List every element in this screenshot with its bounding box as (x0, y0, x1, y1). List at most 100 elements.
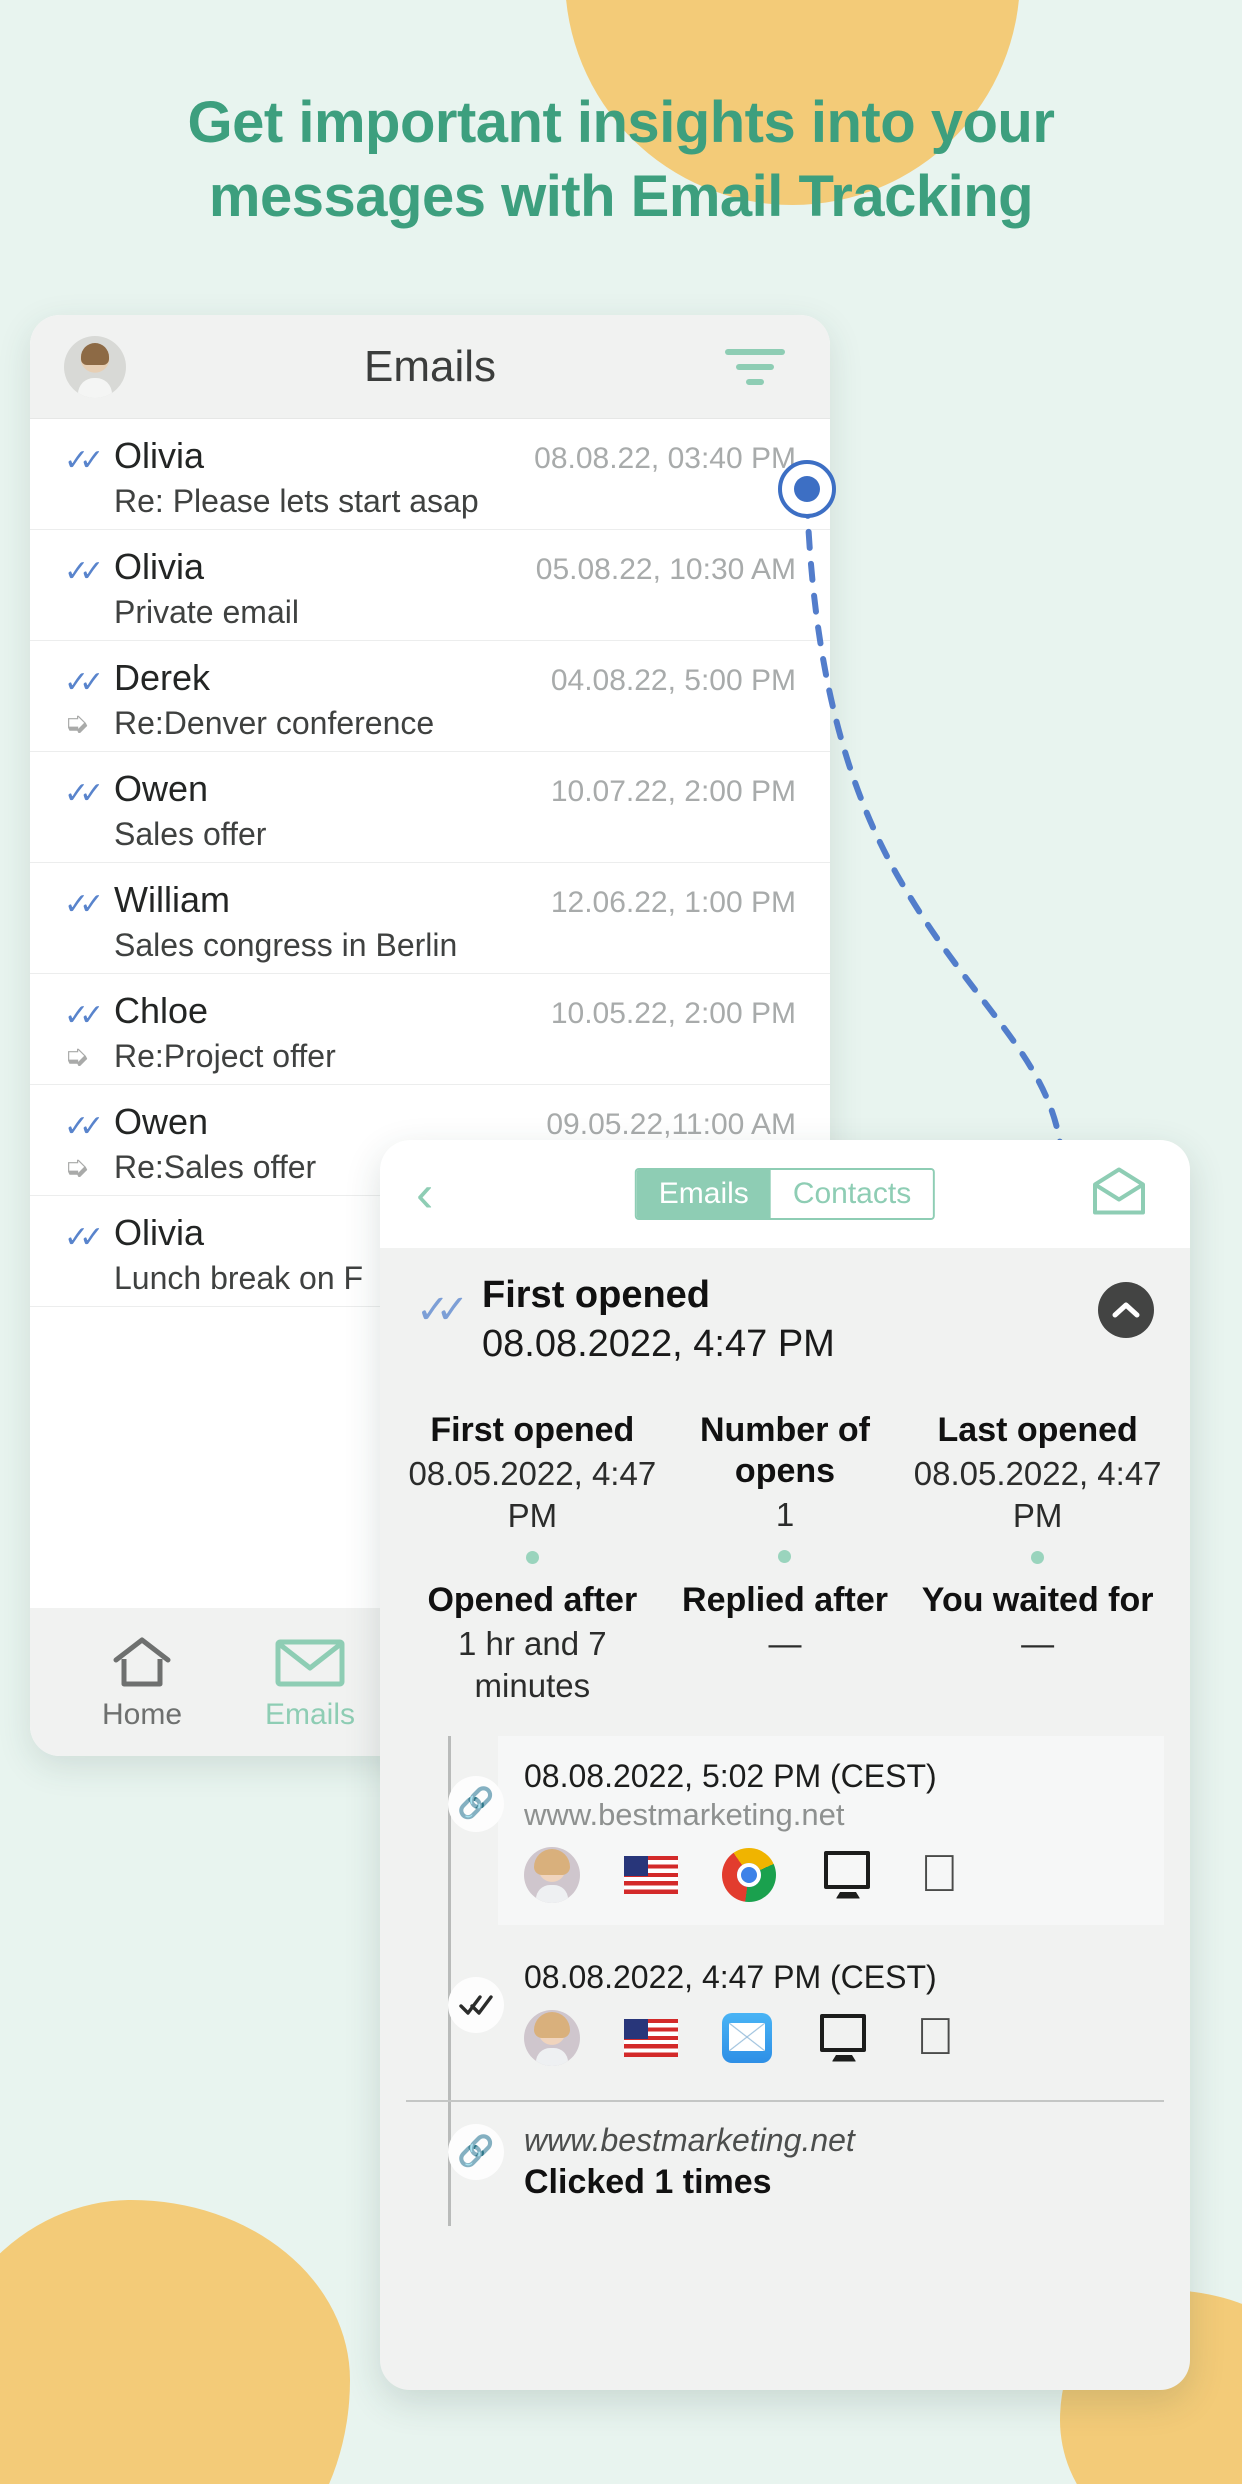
email-subject: Re:Denver conference (114, 705, 435, 741)
email-row[interactable]: ✓✓ Chloe 10.05.22, 2:00 PM ➭ Re:Project offe… (30, 974, 830, 1085)
footer-clicks: Clicked 1 times (524, 2162, 772, 2201)
stat-label: First opened (430, 1411, 635, 1449)
contact-avatar (524, 1846, 580, 1903)
read-check-icon: ✓✓ (64, 555, 104, 588)
email-row[interactable]: ✓✓ Olivia 08.08.22, 03:40 PM Re: Please let… (30, 419, 830, 530)
email-sender: Olivia (114, 546, 205, 587)
reply-arrow-icon: ➭ (64, 706, 90, 740)
back-button[interactable]: ‹ (416, 1168, 433, 1220)
nav-item-home[interactable]: Home (58, 1632, 226, 1732)
email-subject: Re:Sales offer (114, 1149, 317, 1185)
timeline-event-body: 08.08.2022, 5:02 PM (CEST) www.bestmarke… (498, 1735, 1164, 1925)
stat-label: Last opened (937, 1411, 1138, 1449)
stat-value: — (768, 1625, 802, 1663)
email-date: 10.07.22, 2:00 PM (550, 775, 796, 808)
first-opened-title: First opened (482, 1274, 711, 1316)
avatar[interactable] (64, 335, 126, 398)
tracking-origin-dot[interactable] (778, 460, 836, 518)
chrome-icon (722, 1847, 776, 1902)
reply-arrow-icon: ➭ (64, 1039, 90, 1073)
tracking-stats-grid: First opened 08.05.2022, 4:47 PM Number of… (380, 1396, 1190, 1708)
first-opened-datetime: 08.08.2022, 4:47 PM (482, 1323, 835, 1365)
stat-cell: Opened after 1 hr and 7 minutes (406, 1580, 659, 1707)
read-check-icon: ✓✓ (64, 1221, 104, 1254)
flag-us-icon (624, 1855, 678, 1894)
stat-cell: Last opened 08.05.2022, 4:47 PM (911, 1410, 1164, 1580)
email-subject: Re: Please lets start asap (114, 483, 479, 519)
email-row[interactable]: ✓✓ Derek 04.08.22, 5:00 PM ➭ Re:Denver confe… (30, 641, 830, 752)
nav-item-emails[interactable]: Emails (226, 1632, 394, 1732)
timeline-event-icons:  (524, 1846, 1138, 1903)
stat-cell: You waited for — (911, 1580, 1164, 1707)
email-date: 05.08.22, 10:30 AM (535, 553, 796, 586)
stat-value: 08.05.2022, 4:47 PM (913, 1454, 1162, 1535)
stat-label: Number of opens (699, 1411, 870, 1490)
timeline-event-icons:  (524, 2009, 1138, 2066)
email-sender: Owen (114, 1101, 209, 1142)
email-subject: Sales congress in Berlin (114, 927, 458, 963)
monitor-icon (820, 1850, 876, 1899)
tab-emails[interactable]: Emails (636, 1170, 771, 1218)
segmented-control: Emails Contacts (634, 1168, 936, 1220)
reply-arrow-icon: ➭ (64, 1150, 90, 1184)
double-check-icon: ✓✓ (416, 1288, 469, 1332)
tracking-detail-card: ‹ Emails Contacts ✓✓ First opened 08.08.… (380, 1140, 1190, 2390)
envelope-icon[interactable] (1090, 1167, 1148, 1222)
chevron-up-icon[interactable] (1098, 1282, 1154, 1338)
email-sender: Olivia (114, 435, 205, 476)
read-check-icon: ✓✓ (64, 666, 104, 699)
email-subject: Private email (114, 594, 299, 630)
email-subject: Re:Project offer (114, 1038, 336, 1074)
tracking-header: ‹ Emails Contacts (380, 1140, 1190, 1248)
stat-value: 1 hr and 7 minutes (458, 1625, 607, 1705)
read-check-icon: ✓✓ (64, 777, 104, 810)
email-date: 12.06.22, 1:00 PM (550, 886, 796, 919)
email-row[interactable]: ✓✓ Olivia 05.08.22, 10:30 AM Private email (30, 530, 830, 641)
apple-icon:  (920, 1848, 959, 1900)
email-list-header: Emails (30, 315, 830, 419)
email-row[interactable]: ✓✓ William 12.06.22, 1:00 PM Sales congress… (30, 863, 830, 974)
email-date: 09.05.22,11:00 AM (546, 1108, 796, 1141)
link-icon: 🔗 (448, 2123, 504, 2180)
headline-line-2: messages with Email Tracking (208, 164, 1034, 230)
tab-contacts[interactable]: Contacts (770, 1170, 934, 1218)
apple-icon:  (916, 2011, 955, 2063)
stat-value: — (1021, 1625, 1055, 1663)
email-subject: Sales offer (114, 816, 267, 852)
timeline-event-time: 08.08.2022, 4:47 PM (CEST) (524, 1958, 937, 1995)
tracking-timeline: 🔗 08.08.2022, 5:02 PM (CEST) www.bestmar… (380, 1735, 1190, 2226)
decorative-blob-bottom-left (0, 2200, 350, 2484)
timeline-event-time: 08.08.2022, 5:02 PM (CEST) (524, 1757, 937, 1794)
flag-us-icon (624, 2018, 678, 2057)
monitor-icon (816, 2013, 872, 2062)
stat-value: 08.05.2022, 4:47 PM (408, 1454, 657, 1535)
stat-cell: Number of opens 1 (659, 1410, 912, 1580)
filter-icon[interactable] (724, 347, 786, 387)
email-date: 08.08.22, 03:40 PM (534, 442, 796, 475)
email-date: 10.05.22, 2:00 PM (550, 997, 796, 1030)
timeline-event: 08.08.2022, 4:47 PM (CEST)  (406, 1936, 1164, 2088)
timeline-event-body: 08.08.2022, 4:47 PM (CEST)  (498, 1936, 1164, 2088)
email-icon (226, 1632, 394, 1692)
stat-label: Opened after (427, 1581, 638, 1620)
read-check-icon: ✓✓ (64, 1110, 104, 1143)
nav-label-emails: Emails (264, 1698, 355, 1731)
email-subject: Lunch break on F (114, 1260, 364, 1296)
stat-label: Replied after (682, 1581, 888, 1620)
stat-cell: First opened 08.05.2022, 4:47 PM (406, 1410, 659, 1580)
email-sender: William (114, 879, 230, 920)
link-icon: 🔗 (448, 1775, 504, 1832)
stat-divider-dot (1031, 1551, 1045, 1565)
first-opened-summary: ✓✓ First opened 08.08.2022, 4:47 PM (380, 1248, 1190, 1396)
stat-divider-dot (778, 1549, 792, 1563)
email-row[interactable]: ✓✓ Owen 10.07.22, 2:00 PM Sales offer (30, 752, 830, 863)
timeline-event-url: www.bestmarketing.net (524, 1796, 845, 1832)
read-check-icon: ✓✓ (64, 888, 104, 921)
page-title: Get important insights into your message… (0, 86, 1242, 234)
headline-line-1: Get important insights into your (187, 90, 1055, 155)
stat-label: You waited for (921, 1581, 1154, 1620)
read-check-icon: ✓✓ (64, 999, 104, 1032)
screen: Get important insights into your message… (0, 0, 1242, 2484)
email-list-title: Emails (363, 341, 497, 391)
email-date: 04.08.22, 5:00 PM (550, 664, 796, 697)
